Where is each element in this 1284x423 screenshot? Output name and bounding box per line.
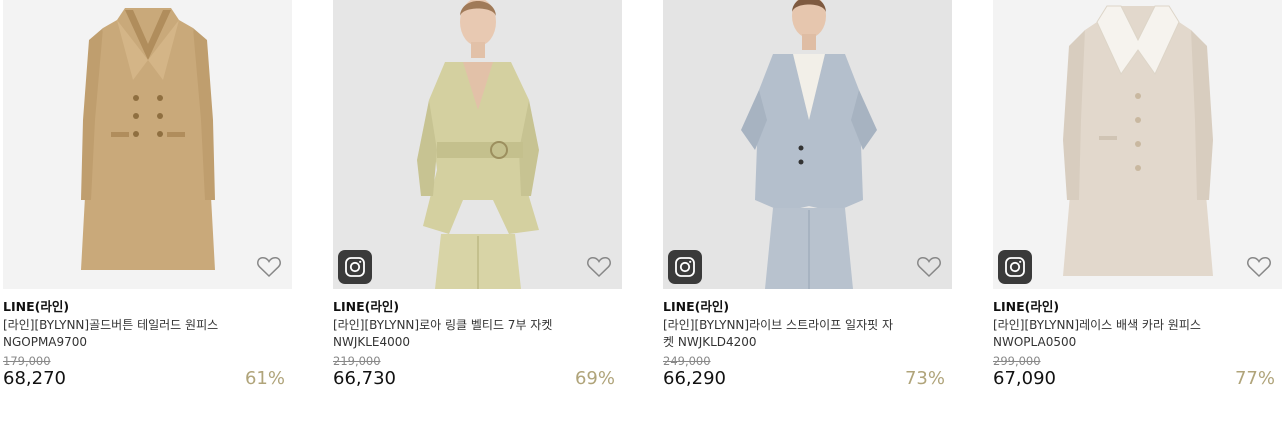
sale-price: 66,290 <box>663 368 726 389</box>
jacket-photo <box>333 0 622 289</box>
product-name-line[interactable]: [라인][BYLYNN]라이브 스트라이프 일자핏 자 <box>663 317 943 334</box>
product-code[interactable]: NGOPMA9700 <box>3 334 283 351</box>
heart-outline-icon[interactable] <box>1246 255 1272 279</box>
sale-price: 67,090 <box>993 368 1056 389</box>
product-name[interactable]: [라인][BYLYNN]레이스 배색 카라 원피스 NWOPLA0500 <box>993 317 1273 351</box>
heart-outline-icon[interactable] <box>256 255 282 279</box>
price-row: 66,730 69% <box>333 368 615 390</box>
sale-price: 68,270 <box>3 368 66 389</box>
discount-rate: 69% <box>574 368 615 389</box>
price-row: 67,090 77% <box>993 368 1275 390</box>
heart-outline-icon[interactable] <box>916 255 942 279</box>
product-name-line[interactable]: [라인][BYLYNN]골드버튼 테일러드 원피스 <box>3 317 283 334</box>
heart-outline-icon[interactable] <box>586 255 612 279</box>
original-price: 249,000 <box>663 354 711 368</box>
original-price: 179,000 <box>3 354 51 368</box>
product-card[interactable]: LINE(라인) [라인][BYLYNN]골드버튼 테일러드 원피스 NGOPM… <box>3 0 295 400</box>
product-name-line-2[interactable]: 켓 NWJKLD4200 <box>663 334 943 351</box>
product-name[interactable]: [라인][BYLYNN]골드버튼 테일러드 원피스 NGOPMA9700 <box>3 317 283 351</box>
original-price: 299,000 <box>993 354 1041 368</box>
dress-photo <box>993 0 1282 289</box>
product-card[interactable]: LINE(라인) [라인][BYLYNN]로아 링클 벨티드 7부 자켓 NWJ… <box>333 0 625 400</box>
product-image[interactable] <box>663 0 952 289</box>
original-price: 219,000 <box>333 354 381 368</box>
brand-name[interactable]: LINE(라인) <box>993 298 1284 315</box>
dress-photo <box>3 0 292 289</box>
discount-rate: 73% <box>904 368 945 389</box>
product-name-line[interactable]: [라인][BYLYNN]로아 링클 벨티드 7부 자켓 <box>333 317 613 334</box>
instagram-icon[interactable] <box>338 250 372 284</box>
brand-name[interactable]: LINE(라인) <box>663 298 955 315</box>
product-image[interactable] <box>333 0 622 289</box>
product-code[interactable]: NWOPLA0500 <box>993 334 1273 351</box>
product-card[interactable]: LINE(라인) [라인][BYLYNN]레이스 배색 카라 원피스 NWOPL… <box>993 0 1284 400</box>
instagram-icon[interactable] <box>668 250 702 284</box>
product-image[interactable] <box>3 0 292 289</box>
product-name[interactable]: [라인][BYLYNN]로아 링클 벨티드 7부 자켓 NWJKLE4000 <box>333 317 613 351</box>
instagram-icon[interactable] <box>998 250 1032 284</box>
product-card[interactable]: LINE(라인) [라인][BYLYNN]라이브 스트라이프 일자핏 자 켓 N… <box>663 0 955 400</box>
sale-price: 66,730 <box>333 368 396 389</box>
product-name-line[interactable]: [라인][BYLYNN]레이스 배색 카라 원피스 <box>993 317 1273 334</box>
suit-photo <box>663 0 952 289</box>
brand-name[interactable]: LINE(라인) <box>333 298 625 315</box>
discount-rate: 61% <box>244 368 285 389</box>
price-row: 68,270 61% <box>3 368 285 390</box>
product-name[interactable]: [라인][BYLYNN]라이브 스트라이프 일자핏 자 켓 NWJKLD4200 <box>663 317 943 351</box>
price-row: 66,290 73% <box>663 368 945 390</box>
product-image[interactable] <box>993 0 1282 289</box>
product-code[interactable]: NWJKLE4000 <box>333 334 613 351</box>
brand-name[interactable]: LINE(라인) <box>3 298 295 315</box>
product-grid: LINE(라인) [라인][BYLYNN]골드버튼 테일러드 원피스 NGOPM… <box>0 0 1284 423</box>
discount-rate: 77% <box>1234 368 1275 389</box>
